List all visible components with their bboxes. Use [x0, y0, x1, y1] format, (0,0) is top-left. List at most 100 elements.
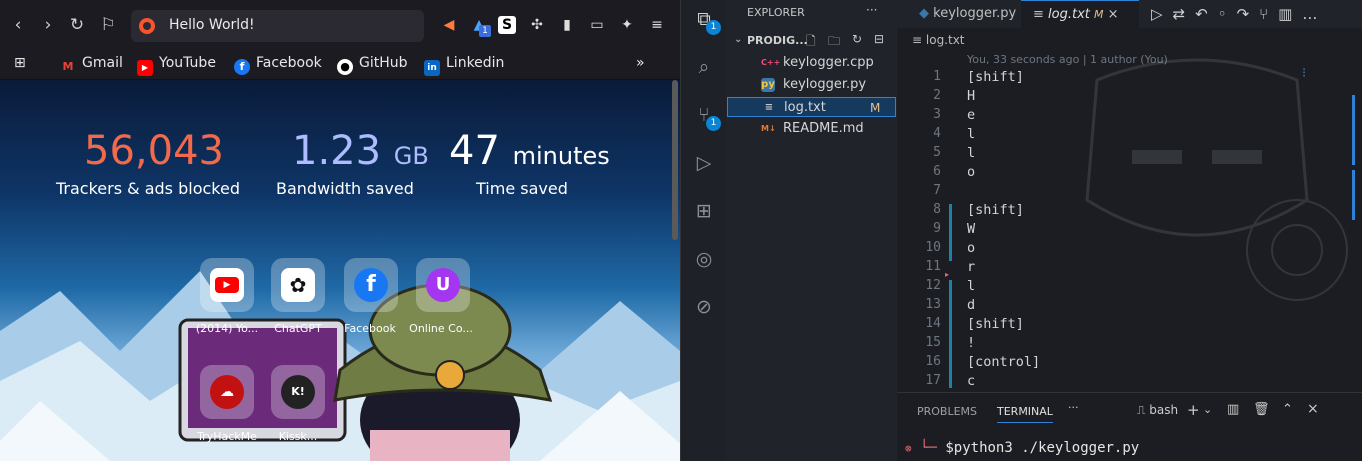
file-log-txt[interactable]: ≡ log.txt M	[727, 97, 896, 117]
bookmark-icon[interactable]: ⚐	[98, 14, 118, 36]
wallpaper-art	[1085, 58, 1348, 301]
remote-icon[interactable]: ⊘	[691, 294, 717, 320]
tab-problems[interactable]: PROBLEMS	[917, 405, 977, 418]
new-folder-icon[interactable]: 🗀	[828, 32, 840, 53]
sidebar-icon[interactable]: ▮	[558, 16, 576, 34]
more-bookmarks-icon[interactable]: »	[636, 53, 645, 73]
maximize-panel-icon[interactable]: ⌃	[1282, 402, 1293, 417]
tab-terminal[interactable]: TERMINAL	[997, 405, 1053, 423]
bookmark-label: Facebook	[256, 55, 322, 71]
breadcrumb[interactable]: ≡ log.txt	[912, 33, 965, 47]
browser-window: ‹ › ↻ ⚐ Hello World! ◀ ▲ 1 S ✣ ▮ ▭ ✦ ≡ ⊞…	[0, 0, 680, 461]
speaker-icon[interactable]: ◀	[440, 16, 458, 34]
new-terminal-icon[interactable]: +	[1187, 401, 1200, 419]
menu-icon[interactable]: ≡	[648, 16, 666, 34]
url-bar[interactable]: Hello World!	[131, 10, 424, 42]
code-line[interactable]: c	[967, 373, 975, 389]
brave-shield-icon[interactable]	[139, 18, 155, 34]
code-line[interactable]: W	[967, 221, 975, 237]
code-line[interactable]: o	[967, 240, 975, 256]
split-terminal-icon[interactable]: ▥	[1227, 402, 1239, 417]
close-icon[interactable]: ×	[1108, 7, 1119, 22]
bookmark-facebook[interactable]: f Facebook	[234, 53, 322, 75]
extensions-icon[interactable]: ✣	[528, 16, 546, 34]
split-editor-icon[interactable]: ▥	[1278, 5, 1302, 23]
next-change-icon[interactable]: ↷	[1237, 5, 1260, 23]
reload-icon[interactable]: ↻	[67, 14, 87, 36]
file-readme-md[interactable]: M↓ README.md	[727, 119, 896, 139]
leo-ai-icon[interactable]: ✦	[618, 16, 636, 34]
collapse-icon[interactable]: ⊟	[874, 32, 884, 46]
top-site-kiss[interactable]: K!	[271, 365, 325, 419]
tab-keylogger-py[interactable]: ◆ keylogger.py	[897, 0, 1021, 28]
more-actions-icon[interactable]: …	[1302, 5, 1327, 23]
refresh-icon[interactable]: ↻	[852, 32, 862, 46]
code-line[interactable]: o	[967, 164, 975, 180]
extension-cap-icon[interactable]: ▲ 1	[470, 16, 491, 37]
chevron-down-icon[interactable]: ⌄	[1203, 403, 1212, 416]
code-line[interactable]: l	[967, 126, 975, 142]
apps-grid-icon[interactable]: ⊞	[14, 53, 26, 73]
folder-name[interactable]: PRODIG...	[747, 34, 808, 47]
top-site-tryhackme[interactable]: ☁	[200, 365, 254, 419]
page-scrollbar[interactable]	[672, 80, 678, 240]
top-site-udemy[interactable]: U	[416, 258, 470, 312]
s-extension-icon[interactable]: S	[498, 16, 516, 34]
deleted-line-marker: ▸	[945, 270, 950, 279]
time-label: Time saved	[476, 179, 568, 198]
code-line[interactable]: r	[967, 259, 975, 275]
code-line[interactable]: [shift]	[967, 202, 1024, 218]
new-file-icon[interactable]: 🗋	[806, 32, 816, 53]
source-control-icon[interactable]: ⑂ 1	[691, 102, 721, 131]
top-site-youtube[interactable]: ▶	[200, 258, 254, 312]
code-line[interactable]: l	[967, 145, 975, 161]
code-line[interactable]: [control]	[967, 354, 1040, 370]
tab-log-txt[interactable]: ≡ log.txt M ×	[1021, 0, 1139, 28]
run-debug-icon[interactable]: ▷	[691, 150, 717, 176]
close-panel-icon[interactable]: ×	[1307, 401, 1319, 417]
terminal-shell[interactable]: ⎍ bash	[1137, 403, 1178, 418]
trackers-label: Trackers & ads blocked	[56, 179, 240, 198]
udemy-icon: U	[426, 268, 460, 302]
code-line[interactable]: [shift]	[967, 69, 1024, 85]
bookmark-linkedin[interactable]: in Linkedin	[424, 53, 504, 76]
bandwidth-number: 1.23	[292, 128, 382, 174]
more-panel-actions-icon[interactable]: ···	[1068, 401, 1079, 414]
previous-change-icon[interactable]: ◦	[1218, 5, 1237, 23]
run-icon[interactable]: ▷	[1151, 5, 1173, 23]
search-icon[interactable]: ⌕	[691, 54, 717, 80]
code-line[interactable]: l	[967, 278, 975, 294]
bookmark-youtube[interactable]: ▶ YouTube	[137, 53, 216, 76]
git-lens-icon[interactable]: ⑂	[1259, 5, 1278, 23]
vscode-window: ⧉ 1 ⌕ ⑂ 1 ▷ ⊞ ◎ ⊘ EXPLORER ··· ⌄ PRODIG...…	[680, 0, 1362, 461]
forward-icon[interactable]: ›	[38, 14, 58, 36]
revert-icon[interactable]: ↶	[1195, 5, 1218, 23]
code-line[interactable]: d	[967, 297, 975, 313]
chevron-down-icon[interactable]: ⌄	[734, 34, 742, 45]
code-line[interactable]: H	[967, 88, 975, 104]
explorer-icon[interactable]: ⧉ 1	[691, 6, 721, 35]
breadcrumb-file: log.txt	[925, 33, 965, 47]
youtube-icon: ▶	[210, 268, 244, 302]
back-icon[interactable]: ‹	[8, 14, 28, 36]
extensions-icon[interactable]: ⊞	[691, 198, 717, 224]
text-file-icon: ≡	[1033, 7, 1044, 22]
top-site-facebook[interactable]: f	[344, 258, 398, 312]
code-line[interactable]: e	[967, 107, 975, 123]
file-keylogger-py[interactable]: py keylogger.py	[727, 75, 896, 95]
wallet-icon[interactable]: ▭	[588, 16, 606, 34]
file-keylogger-cpp[interactable]: C++ keylogger.cpp	[727, 53, 896, 73]
top-site-chatgpt[interactable]: ✿	[271, 258, 325, 312]
terminal-line[interactable]: ⊗ └─ $python3 ./keylogger.py	[905, 440, 1139, 456]
bookmark-github[interactable]: ● GitHub	[337, 53, 408, 75]
trash-icon[interactable]: 🗑	[1253, 402, 1270, 417]
line-number: 13	[925, 297, 941, 312]
line-number: 4	[933, 126, 941, 141]
bookmark-gmail[interactable]: M Gmail	[60, 53, 123, 73]
compare-icon[interactable]: ⇄	[1173, 5, 1196, 23]
code-line[interactable]: !	[967, 335, 975, 351]
line-number: 10	[925, 240, 941, 255]
code-line[interactable]: [shift]	[967, 316, 1024, 332]
git-graph-icon[interactable]: ◎	[691, 246, 717, 272]
more-actions-icon[interactable]: ···	[866, 3, 877, 17]
